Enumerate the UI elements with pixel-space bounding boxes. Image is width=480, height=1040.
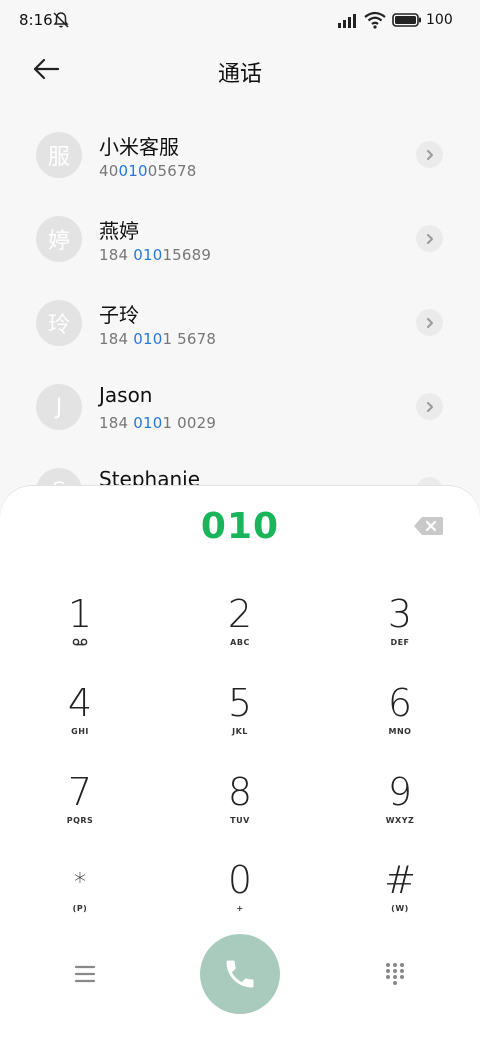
contact-number: 184 0101 5678 [99, 330, 216, 348]
dialpad-grid-icon[interactable] [383, 962, 407, 986]
number-prefix: 40 [99, 162, 119, 180]
signal-icon [338, 14, 356, 28]
voicemail-icon [20, 638, 140, 650]
contact-row[interactable]: 服 小米客服 4001005678 [0, 112, 480, 196]
menu-icon[interactable] [70, 962, 100, 986]
contact-row[interactable]: 婷 燕婷 184 01015689 [0, 196, 480, 280]
number-suffix: 05678 [147, 162, 197, 180]
status-bar: 8:16 100 [0, 0, 480, 40]
dialpad-panel: 010 1 2 ABC 3 DEF 4 GHI 5 JKL 6 MNO 7 PQ… [0, 486, 480, 1040]
backspace-icon[interactable] [412, 514, 444, 538]
key-2[interactable]: 2 ABC [180, 594, 300, 674]
contact-number: 184 0101 0029 [99, 414, 216, 432]
key-digit: 8 [227, 770, 253, 814]
key-digit: 2 [227, 592, 253, 636]
key-0[interactable]: 0 + [180, 860, 300, 940]
key-4[interactable]: 4 GHI [20, 683, 140, 763]
key-digit: 0 [227, 858, 253, 902]
key-letters: (W) [391, 904, 409, 913]
key-letters: + [236, 904, 244, 913]
chevron-right-icon [426, 149, 433, 160]
key-1[interactable]: 1 [20, 594, 140, 674]
key-letters: (P) [72, 904, 88, 913]
key-digit: 3 [387, 592, 413, 636]
chevron-right-icon [426, 317, 433, 328]
contact-list: 服 小米客服 4001005678 婷 燕婷 184 01015689 玲 子玲… [0, 112, 480, 532]
bell-off-icon [53, 12, 69, 28]
key-7[interactable]: 7 PQRS [20, 772, 140, 852]
key-6[interactable]: 6 MNO [340, 683, 460, 763]
contact-name: 燕婷 [99, 219, 139, 243]
avatar: J [36, 384, 82, 430]
key-digit: 6 [387, 681, 413, 725]
avatar: 婷 [36, 216, 82, 262]
key-letters: ABC [230, 638, 250, 647]
number-prefix: 184 [99, 330, 134, 348]
contact-detail-button[interactable] [416, 141, 443, 168]
avatar: 服 [36, 132, 82, 178]
contact-name: 子玲 [99, 303, 139, 327]
key-9[interactable]: 9 WXYZ [340, 772, 460, 852]
key-5[interactable]: 5 JKL [180, 683, 300, 763]
number-suffix: 1 5678 [162, 330, 217, 348]
key-star[interactable]: * (P) [20, 860, 140, 940]
key-hash[interactable]: # (W) [340, 860, 460, 940]
contact-row[interactable]: J Jason 184 0101 0029 [0, 364, 480, 448]
key-digit: * [74, 868, 86, 896]
key-digit: 5 [227, 681, 253, 725]
contact-detail-button[interactable] [416, 225, 443, 252]
number-match: 010 [133, 414, 163, 432]
dialpad-bottom-bar [0, 934, 480, 1014]
contact-number: 184 01015689 [99, 246, 211, 264]
contact-detail-button[interactable] [416, 393, 443, 420]
contact-row[interactable]: 玲 子玲 184 0101 5678 [0, 280, 480, 364]
chevron-right-icon [426, 401, 433, 412]
contact-number: 4001005678 [99, 162, 196, 180]
number-match: 010 [133, 330, 163, 348]
number-match: 010 [118, 162, 148, 180]
status-time: 8:16 [19, 11, 53, 29]
chevron-right-icon [426, 233, 433, 244]
key-digit: 4 [67, 681, 93, 725]
page-title: 通话 [217, 62, 262, 87]
key-letters: WXYZ [385, 816, 415, 825]
call-button[interactable] [200, 934, 280, 1014]
number-suffix: 15689 [162, 246, 212, 264]
key-letters: DEF [390, 638, 410, 647]
key-8[interactable]: 8 TUV [180, 772, 300, 852]
key-digit: 9 [387, 770, 413, 814]
battery-icon [392, 13, 421, 27]
number-prefix: 184 [99, 246, 134, 264]
key-digit: # [384, 858, 416, 902]
key-letters: JKL [232, 727, 248, 736]
contact-name: Jason [99, 383, 153, 407]
key-digit: 7 [67, 770, 93, 814]
contact-detail-button[interactable] [416, 309, 443, 336]
key-letters: MNO [388, 727, 412, 736]
key-letters: TUV [230, 816, 250, 825]
number-prefix: 184 [99, 414, 134, 432]
key-digit: 1 [67, 592, 93, 636]
key-letters: PQRS [66, 816, 94, 825]
phone-icon [226, 960, 254, 988]
key-3[interactable]: 3 DEF [340, 594, 460, 674]
avatar: 玲 [36, 300, 82, 346]
wifi-icon [364, 11, 386, 29]
battery-percent: 100 [426, 12, 453, 28]
dialed-number: 010 [200, 506, 280, 547]
number-suffix: 1 0029 [162, 414, 217, 432]
contact-name: 小米客服 [99, 135, 179, 159]
number-match: 010 [133, 246, 163, 264]
key-letters: GHI [71, 727, 89, 736]
header: 通话 [0, 40, 480, 100]
